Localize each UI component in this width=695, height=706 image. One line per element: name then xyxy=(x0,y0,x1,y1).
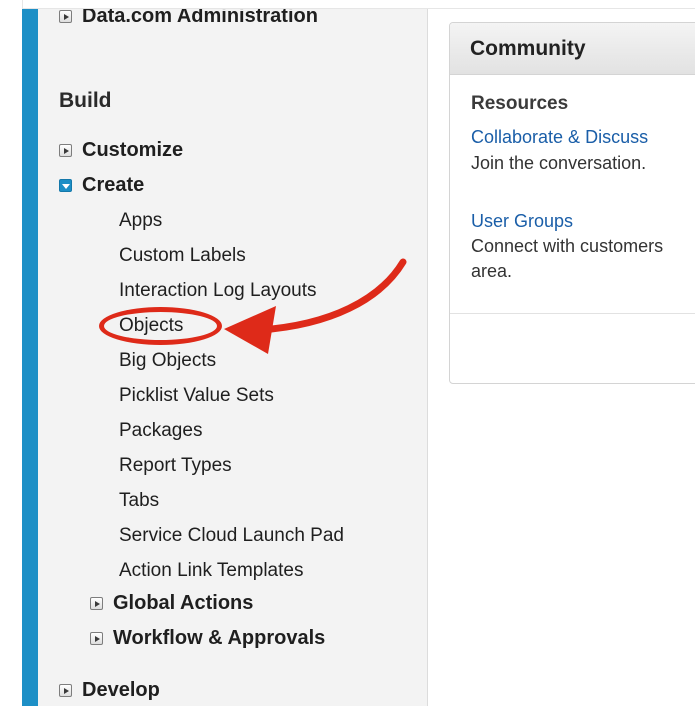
resources-heading: Resources xyxy=(471,93,569,114)
community-panel: Community Resources Collaborate & Discus… xyxy=(449,22,695,384)
link-user-groups[interactable]: User Groups xyxy=(471,211,573,232)
link-description-continued: area. xyxy=(471,261,513,281)
community-panel-title: Community xyxy=(450,23,695,75)
link-description: Join the conversation. xyxy=(471,153,647,173)
panel-divider xyxy=(450,313,695,314)
link-collaborate-discuss[interactable]: Collaborate & Discuss xyxy=(471,127,648,148)
link-description: Connect with customers xyxy=(471,236,664,256)
